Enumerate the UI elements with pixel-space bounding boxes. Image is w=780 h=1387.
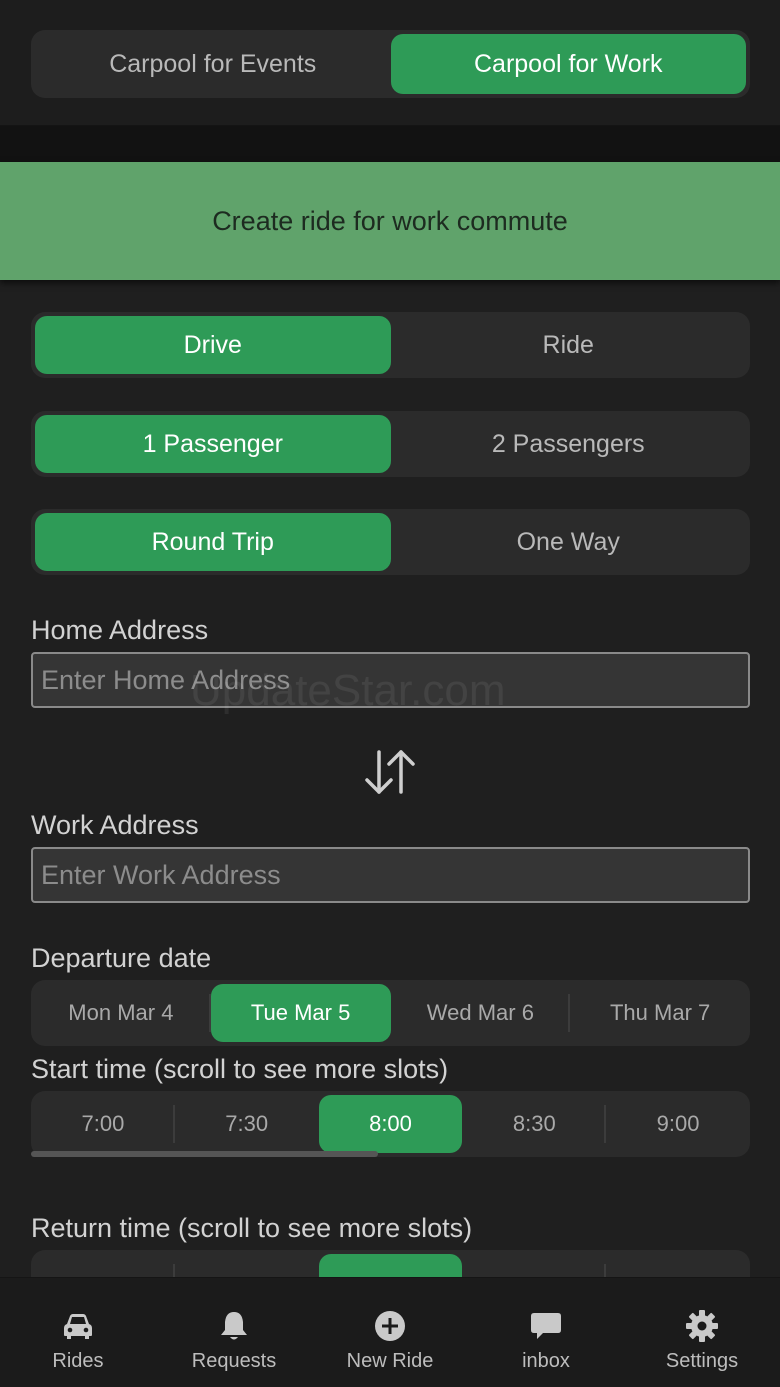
date-option-wed[interactable]: Wed Mar 6: [391, 980, 571, 1046]
bell-icon: [221, 1312, 247, 1340]
date-option-thu[interactable]: Thu Mar 7: [570, 980, 750, 1046]
start-time-scrollbar[interactable]: [31, 1151, 378, 1157]
page-banner: Create ride for work commute: [0, 162, 780, 280]
mode-segmented-control: Carpool for Events Carpool for Work: [31, 30, 750, 98]
work-address-label: Work Address: [31, 810, 199, 840]
two-passengers-option[interactable]: 2 Passengers: [391, 415, 747, 473]
departure-date-label: Departure date: [31, 943, 212, 973]
tab-rides-label: Rides: [52, 1350, 104, 1372]
drive-option[interactable]: Drive: [35, 316, 391, 374]
bottom-tab-bar: Rides Requests New Ride inbox Settings: [0, 1277, 780, 1387]
round-trip-option[interactable]: Round Trip: [35, 513, 391, 571]
date-option-tue[interactable]: Tue Mar 5: [210, 984, 391, 1042]
chat-bubble-icon: [531, 1313, 561, 1339]
return-time-label: Return time (scroll to see more slots): [31, 1213, 473, 1243]
role-segmented-control: Drive Ride: [31, 312, 750, 378]
tab-settings[interactable]: Settings: [624, 1278, 780, 1387]
tab-settings-label: Settings: [665, 1350, 739, 1372]
swap-addresses-icon[interactable]: [360, 746, 420, 798]
passenger-segmented-control: 1 Passenger 2 Passengers: [31, 411, 750, 477]
one-way-option[interactable]: One Way: [391, 513, 747, 571]
top-bar: Carpool for Events Carpool for Work: [0, 0, 780, 126]
start-slot-900[interactable]: 9:00: [606, 1091, 750, 1157]
tab-new-ride-label: New Ride: [346, 1350, 434, 1372]
start-time-label: Start time (scroll to see more slots): [31, 1054, 449, 1084]
car-icon: [64, 1314, 92, 1339]
tab-carpool-work[interactable]: Carpool for Work: [390, 34, 746, 94]
ride-option[interactable]: Ride: [391, 316, 747, 374]
start-slot-800[interactable]: 8:00: [318, 1095, 463, 1153]
start-slot-830[interactable]: 8:30: [462, 1091, 606, 1157]
work-address-input[interactable]: [31, 847, 750, 903]
start-slot-700[interactable]: 7:00: [31, 1091, 175, 1157]
plus-circle-icon: [375, 1311, 405, 1341]
tab-requests[interactable]: Requests: [156, 1278, 312, 1387]
tab-new-ride[interactable]: New Ride: [312, 1278, 468, 1387]
tab-carpool-events[interactable]: Carpool for Events: [35, 34, 391, 94]
home-address-label: Home Address: [31, 615, 209, 645]
home-address-input[interactable]: [31, 652, 750, 708]
one-passenger-option[interactable]: 1 Passenger: [35, 415, 391, 473]
start-slot-730[interactable]: 7:30: [175, 1091, 319, 1157]
tab-rides[interactable]: Rides: [0, 1278, 156, 1387]
tab-inbox-label: inbox: [522, 1350, 570, 1372]
gear-icon: [686, 1310, 718, 1342]
start-time-picker[interactable]: 7:00 7:30 8:00 8:30 9:00: [31, 1091, 750, 1157]
divider-band: [0, 126, 780, 162]
trip-segmented-control: Round Trip One Way: [31, 509, 750, 575]
date-option-mon[interactable]: Mon Mar 4: [31, 980, 211, 1046]
departure-date-picker: Mon Mar 4 Tue Mar 5 Wed Mar 6 Thu Mar 7: [31, 980, 750, 1046]
tab-inbox[interactable]: inbox: [468, 1278, 624, 1387]
tab-requests-label: Requests: [191, 1350, 277, 1372]
